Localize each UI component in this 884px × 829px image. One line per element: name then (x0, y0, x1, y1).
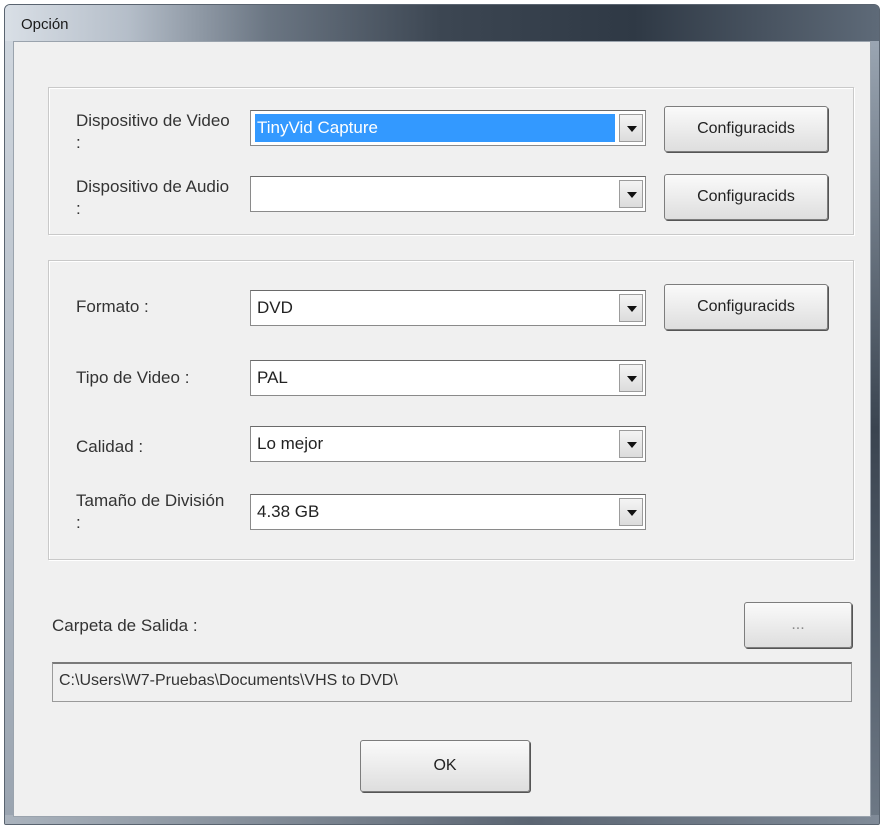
format-config-button[interactable]: Configuracids (664, 284, 828, 330)
title-bar[interactable]: Opción (5, 5, 879, 41)
video-type-label: Tipo de Video : (76, 368, 190, 387)
split-size-value: 4.38 GB (257, 502, 320, 521)
video-device-value: TinyVid Capture (255, 114, 615, 142)
output-path-field[interactable]: C:\Users\W7-Pruebas\Documents\VHS to DVD… (52, 662, 852, 702)
window-title: Opción (21, 16, 69, 33)
window-right-border (871, 41, 879, 817)
chevron-down-icon[interactable] (619, 430, 643, 458)
ok-button[interactable]: OK (360, 740, 530, 792)
chevron-down-icon[interactable] (619, 114, 643, 142)
window-left-border (5, 41, 13, 817)
quality-value: Lo mejor (257, 434, 324, 453)
format-value: DVD (257, 298, 293, 317)
browse-folder-button[interactable]: ... (744, 602, 852, 648)
options-dialog: Opción Dispositivo de Video : TinyVid Ca… (4, 4, 880, 825)
output-folder-label: Carpeta de Salida : (52, 616, 198, 635)
video-device-label: Dispositivo de Video : (76, 111, 230, 152)
chevron-down-icon[interactable] (619, 180, 643, 208)
audio-device-label: Dispositivo de Audio : (76, 177, 230, 218)
quality-label: Calidad : (76, 437, 144, 456)
quality-combo[interactable]: Lo mejor (250, 426, 646, 462)
split-size-label: Tamaño de División : (76, 491, 225, 532)
dialog-client-area: Dispositivo de Video : TinyVid Capture C… (13, 41, 871, 817)
video-type-value: PAL (257, 368, 288, 387)
format-combo[interactable]: DVD (250, 290, 646, 326)
chevron-down-icon[interactable] (619, 498, 643, 526)
format-label: Formato : (76, 297, 149, 316)
audio-device-value (255, 180, 615, 208)
chevron-down-icon[interactable] (619, 364, 643, 392)
chevron-down-icon[interactable] (619, 294, 643, 322)
audio-config-button[interactable]: Configuracids (664, 174, 828, 220)
video-device-combo[interactable]: TinyVid Capture (250, 110, 646, 146)
video-type-combo[interactable]: PAL (250, 360, 646, 396)
video-config-button[interactable]: Configuracids (664, 106, 828, 152)
split-size-combo[interactable]: 4.38 GB (250, 494, 646, 530)
audio-device-combo[interactable] (250, 176, 646, 212)
